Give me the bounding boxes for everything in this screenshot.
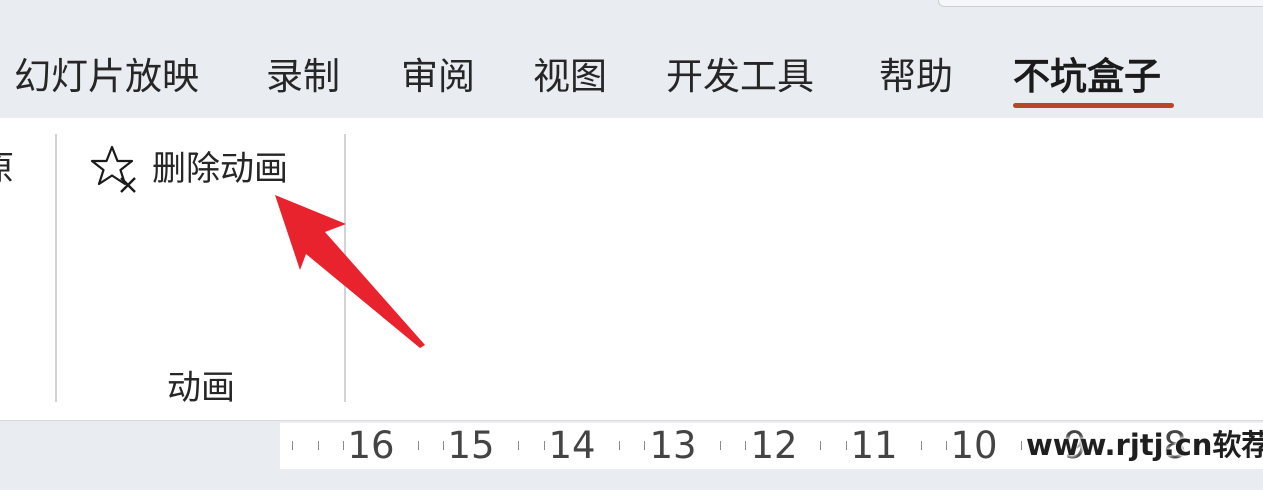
animation-group-label: 动画	[167, 368, 235, 408]
ribbon-panel: 原 删除动画 动画	[0, 118, 1263, 421]
group-divider-left	[55, 134, 57, 402]
active-tab-indicator	[1013, 103, 1174, 108]
ruler-number: 16	[347, 424, 395, 467]
ruler-tick	[820, 441, 821, 450]
ruler-number: 15	[447, 424, 495, 467]
ruler-tick	[544, 441, 545, 450]
ruler-tick	[745, 441, 746, 450]
ruler-number: 14	[548, 424, 596, 467]
ruler-tick	[846, 441, 847, 450]
star-delete-icon	[90, 145, 136, 193]
ruler-tick	[343, 441, 344, 450]
site-watermark: www.rjtj.cn软荐网	[1026, 428, 1263, 462]
tab-developer[interactable]: 开发工具	[666, 54, 814, 100]
tab-bukeng-box[interactable]: 不坑盒子	[1013, 54, 1161, 100]
ruler-tick	[921, 441, 922, 450]
ruler-tick	[946, 441, 947, 450]
ruler-number: 11	[850, 424, 898, 467]
previous-group-clipped-label: 原	[0, 146, 14, 192]
tab-view[interactable]: 视图	[533, 54, 607, 100]
ruler-tick	[644, 441, 645, 450]
ruler-number: 12	[750, 424, 798, 467]
window-top-strip	[0, 0, 1263, 32]
delete-animation-button[interactable]: 删除动画	[88, 142, 288, 196]
ruler-tick	[318, 441, 319, 450]
ruler-tick	[1021, 441, 1022, 450]
ruler-tick	[292, 441, 293, 450]
tab-slideshow[interactable]: 幻灯片放映	[14, 54, 199, 100]
delete-animation-label: 删除动画	[152, 149, 288, 189]
ruler-tick	[720, 441, 721, 450]
ruler-number: 13	[649, 424, 697, 467]
top-edge-panel	[938, 0, 1263, 7]
ruler-tick	[619, 441, 620, 450]
ruler-number: 10	[950, 424, 998, 467]
tab-review[interactable]: 审阅	[401, 54, 475, 100]
ruler-tick	[518, 441, 519, 450]
ruler-tick	[443, 441, 444, 450]
ruler-tick	[418, 441, 419, 450]
annotation-arrow	[275, 195, 425, 348]
tab-help[interactable]: 帮助	[879, 54, 953, 100]
tab-record[interactable]: 录制	[266, 54, 340, 100]
